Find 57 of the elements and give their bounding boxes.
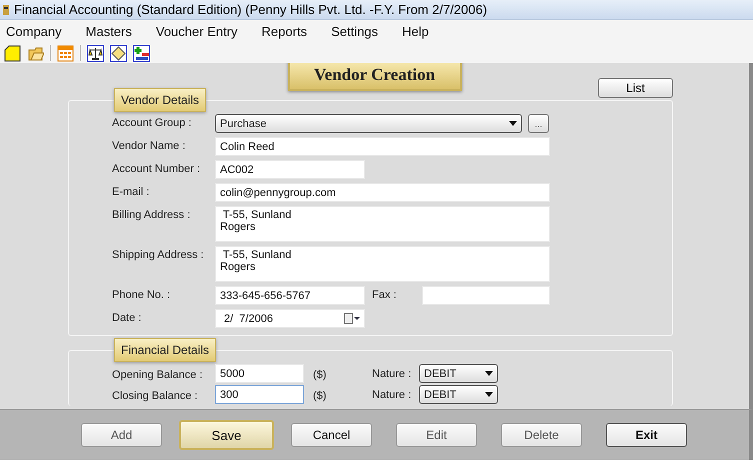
date-picker[interactable]: 2/ 7/2006: [215, 309, 365, 328]
input-field[interactable]: 300: [215, 385, 304, 404]
menu-item[interactable]: Company: [6, 24, 62, 39]
dropdown-value: DEBIT: [424, 368, 456, 380]
input-field[interactable]: colin@pennygroup.com: [215, 183, 550, 202]
action-button[interactable]: Save: [179, 420, 274, 450]
note-icon[interactable]: [110, 44, 127, 62]
input-field[interactable]: [422, 286, 550, 305]
unit-label: ($): [313, 389, 328, 402]
text-area[interactable]: T-55, Sunland Rogers: [215, 206, 550, 242]
field-label: Nature :: [372, 368, 412, 380]
dropdown[interactable]: Purchase: [215, 114, 522, 133]
menu-item[interactable]: Help: [402, 24, 429, 39]
menu-item[interactable]: Settings: [331, 24, 378, 39]
field-label: Shipping Address :: [112, 248, 205, 261]
input-field[interactable]: 333-645-656-5767: [215, 286, 365, 305]
field-label: Nature :: [372, 388, 412, 400]
date-value: 2/ 7/2006: [224, 312, 273, 324]
field-label: Closing Balance :: [112, 389, 199, 402]
field-label: Billing Address :: [112, 208, 192, 221]
menu-item[interactable]: Voucher Entry: [156, 24, 238, 39]
input-field[interactable]: AC002: [215, 160, 365, 179]
field-label: Phone No. :: [112, 288, 172, 301]
dropdown[interactable]: DEBIT: [419, 364, 498, 383]
action-button[interactable]: Cancel: [291, 423, 372, 447]
text-area[interactable]: T-55, Sunland Rogers: [215, 246, 550, 282]
list-button[interactable]: List: [598, 78, 673, 98]
app-icon: [2, 4, 10, 16]
calendar-dropdown-icon[interactable]: [344, 313, 360, 324]
caret-icon: [485, 392, 493, 397]
dropdown-value: Purchase: [220, 118, 266, 130]
folder-icon[interactable]: [27, 44, 44, 62]
section-label: Vendor Details: [114, 88, 206, 112]
action-button[interactable]: Exit: [606, 423, 687, 447]
field-label: Date :: [112, 311, 142, 324]
field-label: E-mail :: [112, 185, 150, 198]
form-heading: Vendor Creation: [288, 63, 462, 91]
caret-icon: [485, 371, 493, 376]
field-label: Opening Balance :: [112, 368, 204, 381]
unit-label: ($): [313, 368, 328, 381]
grid-icon[interactable]: [57, 44, 74, 62]
field-label: Vendor Name :: [112, 139, 186, 152]
section-label: Financial Details: [114, 338, 216, 362]
menu-item[interactable]: Reports: [262, 24, 308, 39]
field-label: Account Group :: [112, 116, 192, 129]
field-label: Account Number :: [112, 162, 202, 175]
field-label: Fax :: [372, 288, 398, 301]
add-remove-icon[interactable]: [133, 44, 150, 62]
menu-item[interactable]: Masters: [86, 24, 132, 39]
input-field[interactable]: 5000: [215, 364, 304, 383]
browse-button[interactable]: ...: [528, 114, 549, 133]
dropdown-value: DEBIT: [424, 388, 456, 400]
scales-icon[interactable]: [87, 44, 104, 62]
input-field[interactable]: Colin Reed: [215, 137, 550, 156]
window-title: Financial Accounting (Standard Edition) (Penny Hills Pvt. Ltd. -F.Y. From 2/7/2006): [14, 2, 488, 17]
dropdown[interactable]: DEBIT: [419, 385, 498, 404]
caret-icon: [509, 121, 517, 126]
